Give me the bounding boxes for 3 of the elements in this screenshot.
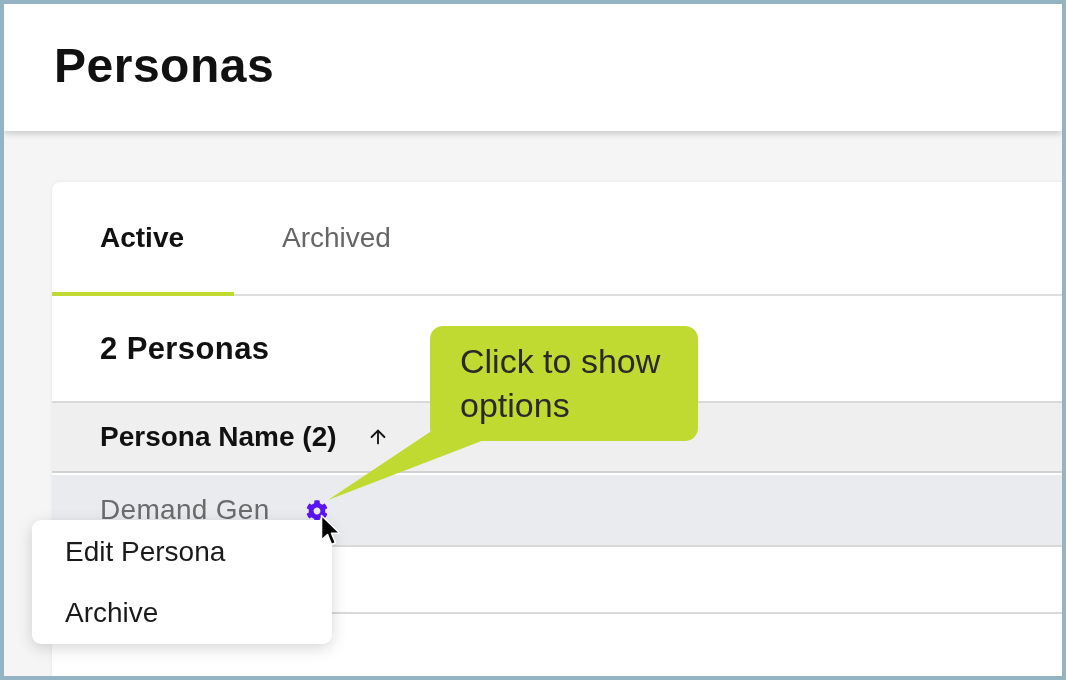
page-title: Personas [54, 41, 275, 94]
table-cell: Demand Gen [100, 494, 270, 526]
persona-count: 2 Personas [100, 330, 270, 367]
